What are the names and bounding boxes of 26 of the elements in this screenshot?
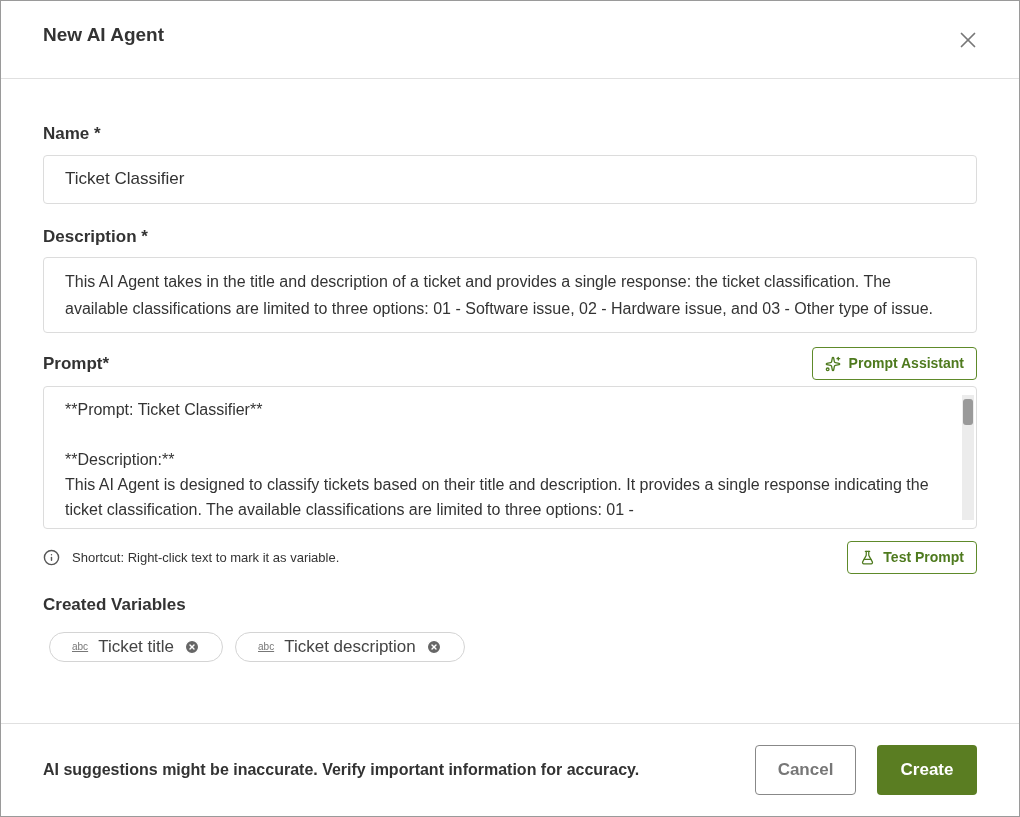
cancel-button[interactable]: Cancel xyxy=(755,745,856,795)
footer-notice: AI suggestions might be inaccurate. Verify important information for accuracy. xyxy=(43,760,640,780)
type-label: abc xyxy=(258,640,275,654)
field-label: Description * xyxy=(43,225,148,248)
dialog-title: New AI Agent xyxy=(43,23,165,48)
description-field[interactable]: This AI Agent takes in the title and description of a ticket and provides a single response: the ticket classification. The available classifications are limited to three options: 01 - Software issue, 02 - Hardware issue, and 03 - Other type of issue. xyxy=(43,257,977,333)
prompt-line: **Prompt: Ticket Classifier** xyxy=(65,400,264,420)
name-field[interactable]: Ticket Classifier xyxy=(43,154,977,204)
sparkle-icon xyxy=(824,355,841,372)
variable-name: Ticket title xyxy=(98,635,174,658)
create-button[interactable]: Create xyxy=(877,745,977,795)
info-icon xyxy=(43,549,60,566)
test-prompt-button[interactable]: Test Prompt xyxy=(847,541,977,574)
prompt-field[interactable] xyxy=(43,386,977,529)
prompt-line: This AI Agent is designed to classify tickets based on their title and description. It provides a single response indicating the ticket classification. The available classifications are limited to three options: 01 - xyxy=(65,475,930,520)
section-label: Created Variables xyxy=(43,594,186,616)
prompt-assistant-button[interactable]: Prompt Assistant xyxy=(811,347,977,380)
prompt-line: **Description:** xyxy=(65,450,176,470)
hint-text: Shortcut: Right-click text to mark it as variable. xyxy=(72,548,340,567)
remove-icon[interactable] xyxy=(184,638,200,655)
field-label: Name * xyxy=(43,123,101,145)
remove-icon[interactable] xyxy=(425,638,442,655)
type-label: abc xyxy=(72,640,89,654)
flask-icon xyxy=(860,550,876,565)
variable-name: Ticket description xyxy=(284,635,416,658)
field-label: Prompt* xyxy=(43,352,110,375)
